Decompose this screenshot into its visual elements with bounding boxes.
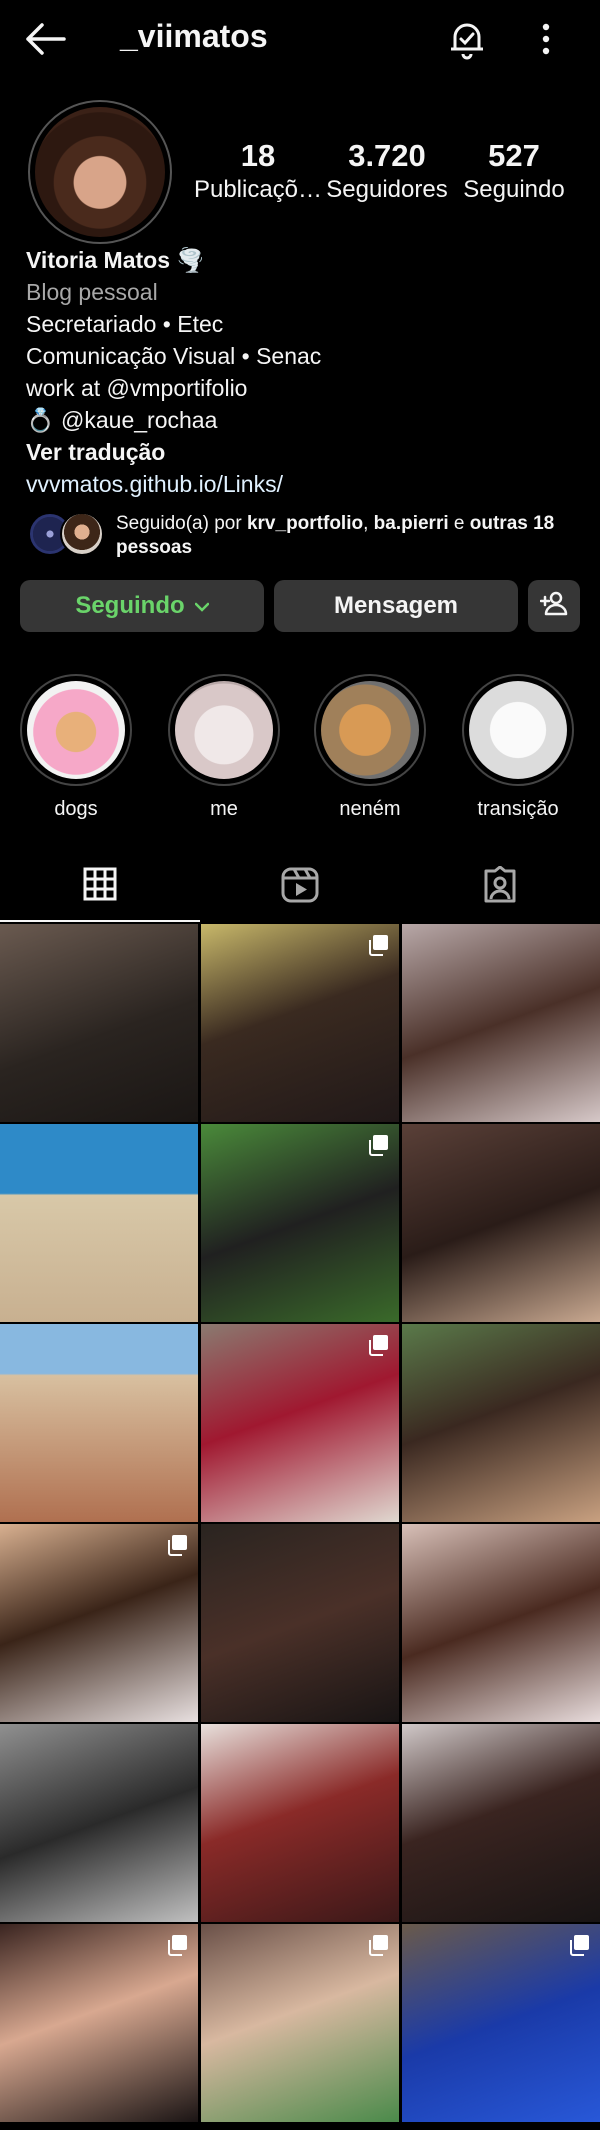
story-highlight[interactable]: transição xyxy=(462,674,574,821)
post-thumbnail[interactable] xyxy=(201,924,399,1122)
post-thumbnail[interactable] xyxy=(201,1524,399,1722)
post-thumbnail[interactable] xyxy=(402,924,600,1122)
following-label: Seguindo xyxy=(463,176,565,203)
post-thumbnail[interactable] xyxy=(201,1324,399,1522)
post-thumbnail[interactable] xyxy=(0,1324,198,1522)
story-highlight[interactable]: me xyxy=(168,674,280,821)
see-translation-link[interactable]: Ver tradução xyxy=(26,436,586,468)
tab-posts-grid[interactable] xyxy=(0,852,200,922)
highlight-cover xyxy=(175,681,273,779)
stat-posts[interactable]: 18 Publicaçõ… xyxy=(193,138,323,206)
grid-icon xyxy=(83,867,117,906)
following-button[interactable]: Seguindo xyxy=(20,580,264,632)
add-person-icon xyxy=(539,590,568,623)
highlight-label: transição xyxy=(477,798,559,820)
chevron-down-icon xyxy=(194,596,209,617)
stat-following[interactable]: 527 Seguindo xyxy=(454,138,574,206)
reels-icon xyxy=(281,867,319,908)
post-thumbnail[interactable] xyxy=(201,1924,399,2122)
carousel-icon xyxy=(168,1535,187,1556)
tab-reels[interactable] xyxy=(200,852,400,922)
followed-by-text: Seguido(a) por krv_portfolio, ba.pierri … xyxy=(116,513,555,558)
highlight-label: dogs xyxy=(54,798,98,820)
message-button-label: Mensagem xyxy=(333,592,459,619)
posts-label: Publicaçõ… xyxy=(193,176,323,203)
carousel-icon xyxy=(570,1935,589,1956)
bio-link[interactable]: vvvmatos.github.io/Links/ xyxy=(26,468,586,500)
profile-category: Blog pessoal xyxy=(26,279,158,305)
profile-bio: Vitoria Matos 🌪️ Blog pessoal Secretaria… xyxy=(26,244,586,500)
bio-line: Secretariado • Etec xyxy=(26,311,224,337)
bio-line[interactable]: work at @vmportifolio xyxy=(26,372,586,404)
followers-count: 3.720 xyxy=(348,138,426,173)
post-thumbnail[interactable] xyxy=(0,1724,198,1922)
highlight-cover xyxy=(469,681,567,779)
more-options-icon[interactable] xyxy=(534,20,558,58)
post-thumbnail[interactable] xyxy=(402,1524,600,1722)
highlight-label: neném xyxy=(339,798,401,820)
tab-tagged[interactable] xyxy=(400,852,600,922)
stat-followers[interactable]: 3.720 Seguidores xyxy=(322,138,452,206)
post-thumbnail[interactable] xyxy=(0,1524,198,1722)
post-thumbnail[interactable] xyxy=(0,1124,198,1322)
top-bar: _viimatos xyxy=(0,0,600,78)
highlight-cover xyxy=(27,681,125,779)
suggest-people-button[interactable] xyxy=(528,580,580,632)
carousel-icon xyxy=(369,935,388,956)
carousel-icon xyxy=(369,1935,388,1956)
following-button-label: Seguindo xyxy=(75,592,185,619)
bio-line: Comunicação Visual • Senac xyxy=(26,343,322,369)
message-button[interactable]: Mensagem xyxy=(274,580,518,632)
profile-tabs xyxy=(0,852,600,922)
followers-label: Seguidores xyxy=(326,176,448,203)
display-name: Vitoria Matos 🌪️ xyxy=(26,247,206,273)
following-count: 527 xyxy=(488,138,540,173)
story-highlight[interactable]: dogs xyxy=(20,674,132,821)
posts-count: 18 xyxy=(240,138,276,173)
tagged-person-icon xyxy=(481,865,519,909)
post-thumbnail[interactable] xyxy=(0,924,198,1122)
post-thumbnail[interactable] xyxy=(402,1324,600,1522)
story-highlight[interactable]: neném xyxy=(314,674,426,821)
post-thumbnail[interactable] xyxy=(402,1124,600,1322)
profile-username: _viimatos xyxy=(120,18,268,54)
carousel-icon xyxy=(369,1135,388,1156)
bio-line[interactable]: 💍 @kaue_rochaa xyxy=(26,404,586,436)
mutual-avatar xyxy=(60,512,104,556)
post-thumbnail[interactable] xyxy=(402,1724,600,1922)
carousel-icon xyxy=(369,1335,388,1356)
post-thumbnail[interactable] xyxy=(201,1724,399,1922)
highlight-label: me xyxy=(210,798,238,820)
post-thumbnail[interactable] xyxy=(402,1924,600,2122)
post-thumbnail[interactable] xyxy=(201,1124,399,1322)
post-thumbnail[interactable] xyxy=(0,1924,198,2122)
carousel-icon xyxy=(168,1935,187,1956)
highlight-cover xyxy=(321,681,419,779)
followed-by[interactable]: Seguido(a) por krv_portfolio, ba.pierri … xyxy=(26,510,586,560)
back-arrow-icon[interactable] xyxy=(24,22,66,56)
profile-avatar[interactable] xyxy=(28,100,172,244)
notification-bell-icon[interactable] xyxy=(446,18,488,60)
